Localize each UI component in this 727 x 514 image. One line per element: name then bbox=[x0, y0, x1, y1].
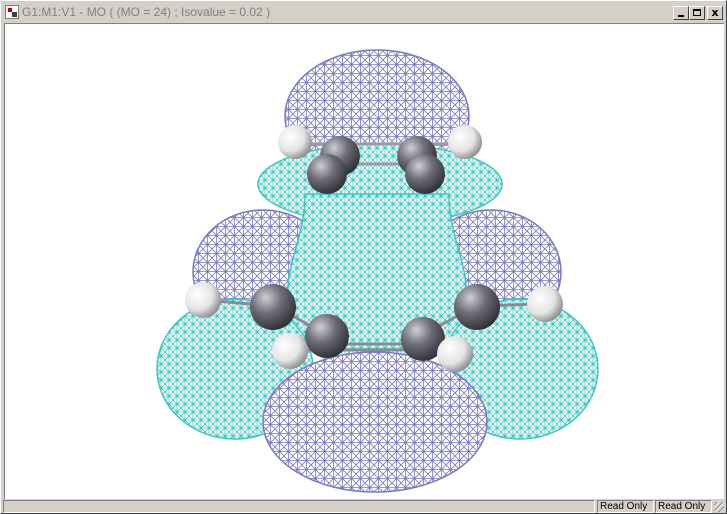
close-icon: x bbox=[711, 6, 719, 19]
app-icon[interactable] bbox=[5, 5, 19, 19]
carbon-atom bbox=[454, 284, 500, 330]
window-title: G1:M1:V1 - MO ( (MO = 24) ; Isovalue = 0… bbox=[22, 5, 271, 19]
close-button[interactable]: x bbox=[707, 6, 723, 20]
minimize-icon bbox=[678, 15, 684, 17]
minimize-button[interactable] bbox=[673, 6, 689, 20]
resize-grip-icon[interactable] bbox=[713, 500, 725, 513]
hydrogen-atom bbox=[437, 336, 473, 372]
status-message-panel bbox=[3, 500, 595, 513]
molecule-view-canvas[interactable] bbox=[4, 23, 724, 499]
main-window: G1:M1:V1 - MO ( (MO = 24) ; Isovalue = 0… bbox=[0, 0, 727, 514]
title-bar[interactable]: G1:M1:V1 - MO ( (MO = 24) ; Isovalue = 0… bbox=[3, 3, 724, 22]
carbon-atom bbox=[250, 284, 296, 330]
status-read-only-1: Read Only bbox=[597, 500, 654, 513]
carbon-atom bbox=[307, 154, 347, 194]
hydrogen-atom bbox=[272, 333, 308, 369]
hydrogen-atom bbox=[448, 125, 482, 159]
maximize-icon bbox=[693, 9, 701, 16]
hydrogen-atom bbox=[278, 125, 312, 159]
hydrogen-atom bbox=[527, 286, 563, 322]
carbon-atom bbox=[305, 314, 349, 358]
status-bar: Read Only Read Only bbox=[3, 499, 725, 513]
hydrogen-atom bbox=[185, 282, 221, 318]
orbital-lobe-bottom bbox=[262, 351, 488, 493]
orbital-render bbox=[156, 49, 599, 493]
carbon-atom bbox=[405, 154, 445, 194]
status-read-only-2: Read Only bbox=[655, 500, 712, 513]
maximize-button[interactable] bbox=[689, 6, 705, 20]
